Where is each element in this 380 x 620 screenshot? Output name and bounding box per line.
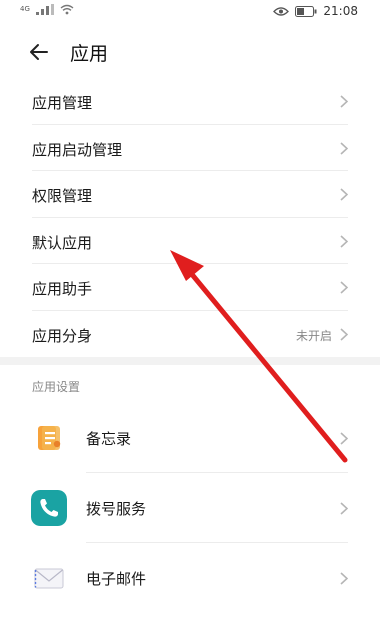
status-bar: 4G 21:08 [0, 0, 380, 24]
app-menu-list: 应用管理 应用启动管理 权限管理 默认应用 应用助手 应用分身 未开启 [0, 78, 380, 357]
menu-item-app-twin[interactable]: 应用分身 未开启 [0, 311, 380, 358]
phone-icon [31, 490, 67, 526]
menu-item-label: 应用启动管理 [32, 140, 123, 159]
network-type: 4G [20, 5, 30, 13]
app-settings-list: 备忘录 拨号服务 电子邮件 [0, 403, 380, 613]
menu-item-label: 权限管理 [32, 187, 93, 205]
menu-item-label: 默认应用 [32, 233, 93, 252]
chevron-right-icon [340, 234, 348, 248]
menu-item-label: 应用分身 [32, 326, 93, 345]
signal-icon [35, 4, 54, 15]
status-left: 4G [20, 4, 74, 15]
section-title-app-settings: 应用设置 [32, 380, 81, 394]
menu-item-label: 应用管理 [32, 94, 93, 112]
chevron-right-icon [340, 502, 348, 515]
title-bar: 应用 [0, 30, 380, 74]
chevron-right-icon [340, 572, 348, 585]
notepad-icon [31, 420, 67, 456]
chevron-right-icon [340, 327, 348, 341]
chevron-right-icon [340, 95, 348, 108]
menu-item-app-assistant[interactable]: 应用助手 [0, 264, 380, 311]
chevron-right-icon [340, 281, 348, 294]
back-button[interactable] [24, 38, 54, 66]
app-item-dialer[interactable]: 拨号服务 [0, 473, 380, 543]
menu-item-app-management[interactable]: 应用管理 [0, 78, 380, 125]
app-twin-status: 未开启 [295, 328, 332, 343]
clock: 21:08 [323, 4, 358, 18]
chevron-right-icon [340, 432, 348, 445]
menu-item-label: 应用助手 [32, 280, 93, 298]
app-item-label: 电子邮件 [86, 570, 147, 588]
app-item-label: 拨号服务 [86, 500, 147, 518]
app-item-label: 备忘录 [86, 430, 132, 448]
app-item-notepad[interactable]: 备忘录 [0, 403, 380, 473]
menu-item-app-launch-management[interactable]: 应用启动管理 [0, 125, 380, 171]
chevron-right-icon [340, 141, 348, 155]
page-title: 应用 [70, 43, 109, 65]
section-separator [0, 357, 380, 365]
battery-icon [295, 5, 317, 17]
eye-comfort-icon [273, 6, 290, 16]
chevron-right-icon [340, 188, 348, 201]
wifi-icon [60, 4, 74, 15]
back-arrow-icon [30, 44, 48, 60]
status-right: 21:08 [273, 4, 358, 18]
menu-item-permission-management[interactable]: 权限管理 [0, 171, 380, 218]
email-icon [31, 560, 67, 596]
menu-item-default-apps[interactable]: 默认应用 [0, 218, 380, 264]
app-item-email[interactable]: 电子邮件 [0, 543, 380, 613]
